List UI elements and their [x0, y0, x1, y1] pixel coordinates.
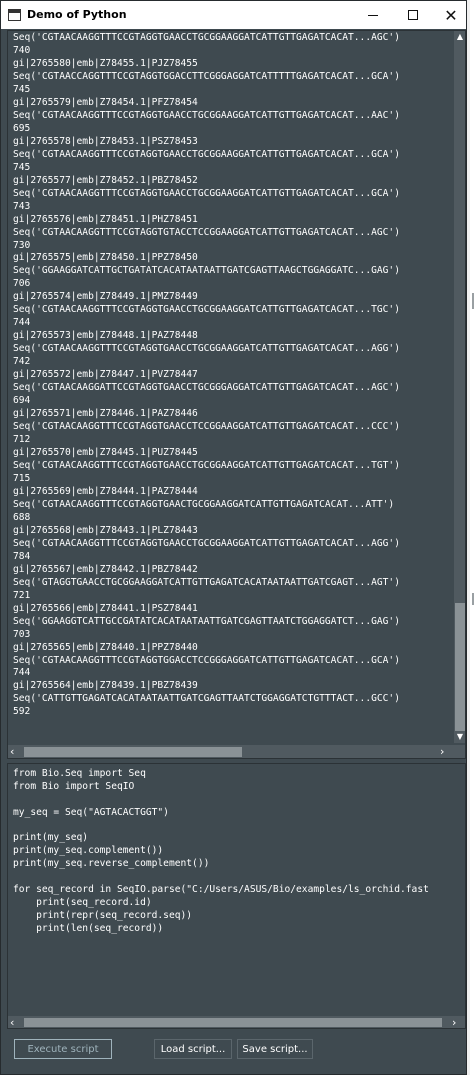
output-line: Seq('CGTAACCAGGTTTCCGTAGGTGGACCTTCGGGAGG… [13, 70, 400, 82]
script-line: print(repr(seq_record.seq)) [13, 909, 193, 921]
output-line: Seq('CGTAACAAGGTTTCCGTAGGTGTACCTCCGGAAGG… [13, 226, 400, 238]
output-line: 745 [13, 161, 31, 173]
script-line: print(my_seq) [13, 832, 89, 844]
output-line: Seq('CGTAACAAGGTTTCCGTAGGTGAACCTGCGGAAGG… [13, 304, 400, 316]
output-line: Seq('CGTAACAAGGTTTCCGTAGGTGAACCTCCGGAAGG… [13, 421, 400, 433]
output-line: 712 [13, 434, 31, 446]
output-line: Seq('CGTAACAAGGTTTCCGTAGGTGAACCTGCGGAAGG… [13, 459, 400, 471]
script-line: my_seq = Seq("AGTACACTGGT") [13, 806, 169, 818]
save-script-button[interactable]: Save script... [237, 1039, 313, 1059]
script-editor[interactable]: from Bio.Seq import Seq from Bio import S… [7, 763, 466, 1029]
output-line: 745 [13, 83, 31, 95]
script-line: print(len(seq_record)) [13, 922, 164, 934]
output-line: 695 [13, 122, 31, 134]
output-line: 740 [13, 44, 31, 56]
output-line: gi|2765567|emb|Z78442.1|PBZ78442 [13, 563, 198, 575]
output-line: gi|2765570|emb|Z78445.1|PUZ78445 [13, 447, 198, 458]
maximize-icon [408, 10, 418, 20]
script-line [13, 820, 458, 833]
output-line: 721 [13, 589, 31, 601]
output-line: 688 [13, 511, 31, 523]
output-line: Seq('CGTAACAAGGTTTCCGTAGGTGAACCTGCGGAAGG… [13, 148, 400, 160]
output-vertical-scroll-thumb[interactable] [455, 603, 465, 731]
output-line: 703 [13, 628, 31, 640]
output-console[interactable]: Seq('CGTAACAAGGTTTCCGTAGGTGAACCTGCGGAAGG… [7, 30, 466, 759]
script-line [13, 794, 458, 807]
execute-script-button[interactable]: Execute script [14, 1039, 112, 1059]
output-line: gi|2765575|emb|Z78450.1|PPZ78450 [13, 252, 198, 264]
script-line: from Bio.Seq import Seq [13, 768, 146, 779]
script-horizontal-scroll-thumb[interactable] [24, 1018, 442, 1027]
output-line: gi|2765568|emb|Z78443.1|PLZ78443 [13, 524, 198, 536]
output-line: 706 [13, 278, 31, 290]
output-line: gi|2765565|emb|Z78440.1|PPZ78440 [13, 641, 198, 653]
output-line: Seq('CGTAACAAGGATTCCGTAGGTGAACCTGCGGGAGG… [13, 382, 400, 394]
load-script-button[interactable]: Load script... [154, 1039, 232, 1059]
minimize-button[interactable] [351, 1, 395, 29]
output-line: Seq('CGTAACAAGGTTTCCGTAGGTGAACCTGCGGAAGG… [13, 187, 400, 199]
output-line: Seq('GGAAGGATCATTGCTGATATCACATAATAATTGAT… [13, 265, 400, 277]
output-line: Seq('CGTAACAAGGTTTCCGTAGGTGAACTGCGGAAGGA… [13, 498, 395, 510]
minimize-icon [368, 14, 378, 16]
output-line: Seq('GTAGGTGAACCTGCGGAAGGATCATTGTTGAGATC… [13, 576, 400, 588]
output-line: gi|2765574|emb|Z78449.1|PMZ78449 [13, 291, 198, 303]
title-bar[interactable]: Demo of Python ✕ [1, 1, 466, 29]
output-line: Seq('CGTAACAAGGTTTCCGTAGGTGAACCTGCGGAAGG… [13, 343, 400, 355]
output-line: gi|2765577|emb|Z78452.1|PBZ78452 [13, 174, 198, 186]
script-line: print(seq_record.id) [13, 896, 152, 908]
app-window: Demo of Python ✕ Seq('CGTAACAAGGTTTCCGTA… [0, 0, 467, 1075]
output-line: Seq('GGAAGGTCATTGCCGATATCACATAATAATTGATC… [13, 615, 400, 627]
window-app-icon [8, 9, 21, 21]
scroll-right-icon[interactable]: › [452, 1016, 464, 1028]
script-text[interactable]: from Bio.Seq import Seq from Bio import S… [13, 768, 458, 936]
output-horizontal-scrollbar[interactable]: ‹ › [8, 745, 454, 758]
output-text: Seq('CGTAACAAGGTTTCCGTAGGTGAACCTGCGGAAGG… [13, 32, 453, 719]
script-line: print(my_seq.reverse_complement()) [13, 858, 210, 870]
scroll-left-icon[interactable]: ‹ [10, 745, 22, 758]
output-line: gi|2765580|emb|Z78455.1|PJZ78455 [13, 57, 198, 69]
output-line: gi|2765579|emb|Z78454.1|PFZ78454 [13, 96, 198, 108]
script-horizontal-scrollbar[interactable]: ‹ › [8, 1016, 465, 1028]
window-title: Demo of Python [27, 8, 127, 21]
desktop-background [470, 0, 474, 1075]
output-line: Seq('CGTAACAAGGTTTCCGTAGGTGAACCTGCGGAAGG… [13, 32, 400, 43]
script-line: from Bio import SeqIO [13, 780, 135, 792]
output-line: Seq('CGTAACAAGGTTTCCGTAGGTGAACCTGCGGAAGG… [13, 109, 400, 121]
output-horizontal-scroll-thumb[interactable] [24, 747, 242, 757]
scroll-right-icon[interactable]: › [440, 745, 452, 758]
output-line: gi|2765572|emb|Z78447.1|PVZ78447 [13, 369, 198, 381]
output-line: 742 [13, 356, 31, 368]
output-line: 744 [13, 317, 31, 329]
output-line: gi|2765578|emb|Z78453.1|PSZ78453 [13, 135, 198, 147]
close-icon: ✕ [444, 5, 458, 25]
output-line: 784 [13, 550, 31, 562]
output-line: Seq('CATTGTTGAGATCACATAATAATTGATCGAGTTAA… [13, 693, 400, 705]
scroll-left-icon[interactable]: ‹ [10, 1016, 22, 1028]
output-line: gi|2765569|emb|Z78444.1|PAZ78444 [13, 485, 198, 497]
output-line: Seq('CGTAACAAGGTTTCCGTAGGTGAACCTGCGGAAGG… [13, 537, 400, 549]
output-line: gi|2765566|emb|Z78441.1|PSZ78441 [13, 602, 198, 614]
script-line: for seq_record in SeqIO.parse("C:/Users/… [13, 884, 429, 896]
output-line: gi|2765564|emb|Z78439.1|PBZ78439 [13, 680, 198, 692]
output-line: 715 [13, 472, 31, 484]
output-line: 744 [13, 667, 31, 679]
output-vertical-scrollbar[interactable]: ▲ ▼ [454, 31, 465, 743]
close-button[interactable]: ✕ [429, 1, 473, 29]
output-line: 730 [13, 239, 31, 251]
scrollbar-corner [454, 745, 465, 758]
output-line: 694 [13, 395, 31, 407]
output-line: gi|2765576|emb|Z78451.1|PHZ78451 [13, 213, 198, 225]
output-line: gi|2765573|emb|Z78448.1|PAZ78448 [13, 330, 198, 342]
output-line: Seq('CGTAACAAGGTTTCCGTAGGTGGACCTCCGGGAGG… [13, 654, 400, 666]
output-line: gi|2765571|emb|Z78446.1|PAZ78446 [13, 408, 198, 420]
scroll-up-icon[interactable]: ▲ [454, 31, 465, 43]
scroll-down-icon[interactable]: ▼ [454, 731, 465, 743]
script-line: print(my_seq.complement()) [13, 845, 164, 857]
output-line: 743 [13, 200, 31, 212]
output-line: 592 [13, 706, 31, 718]
script-line [13, 871, 458, 884]
